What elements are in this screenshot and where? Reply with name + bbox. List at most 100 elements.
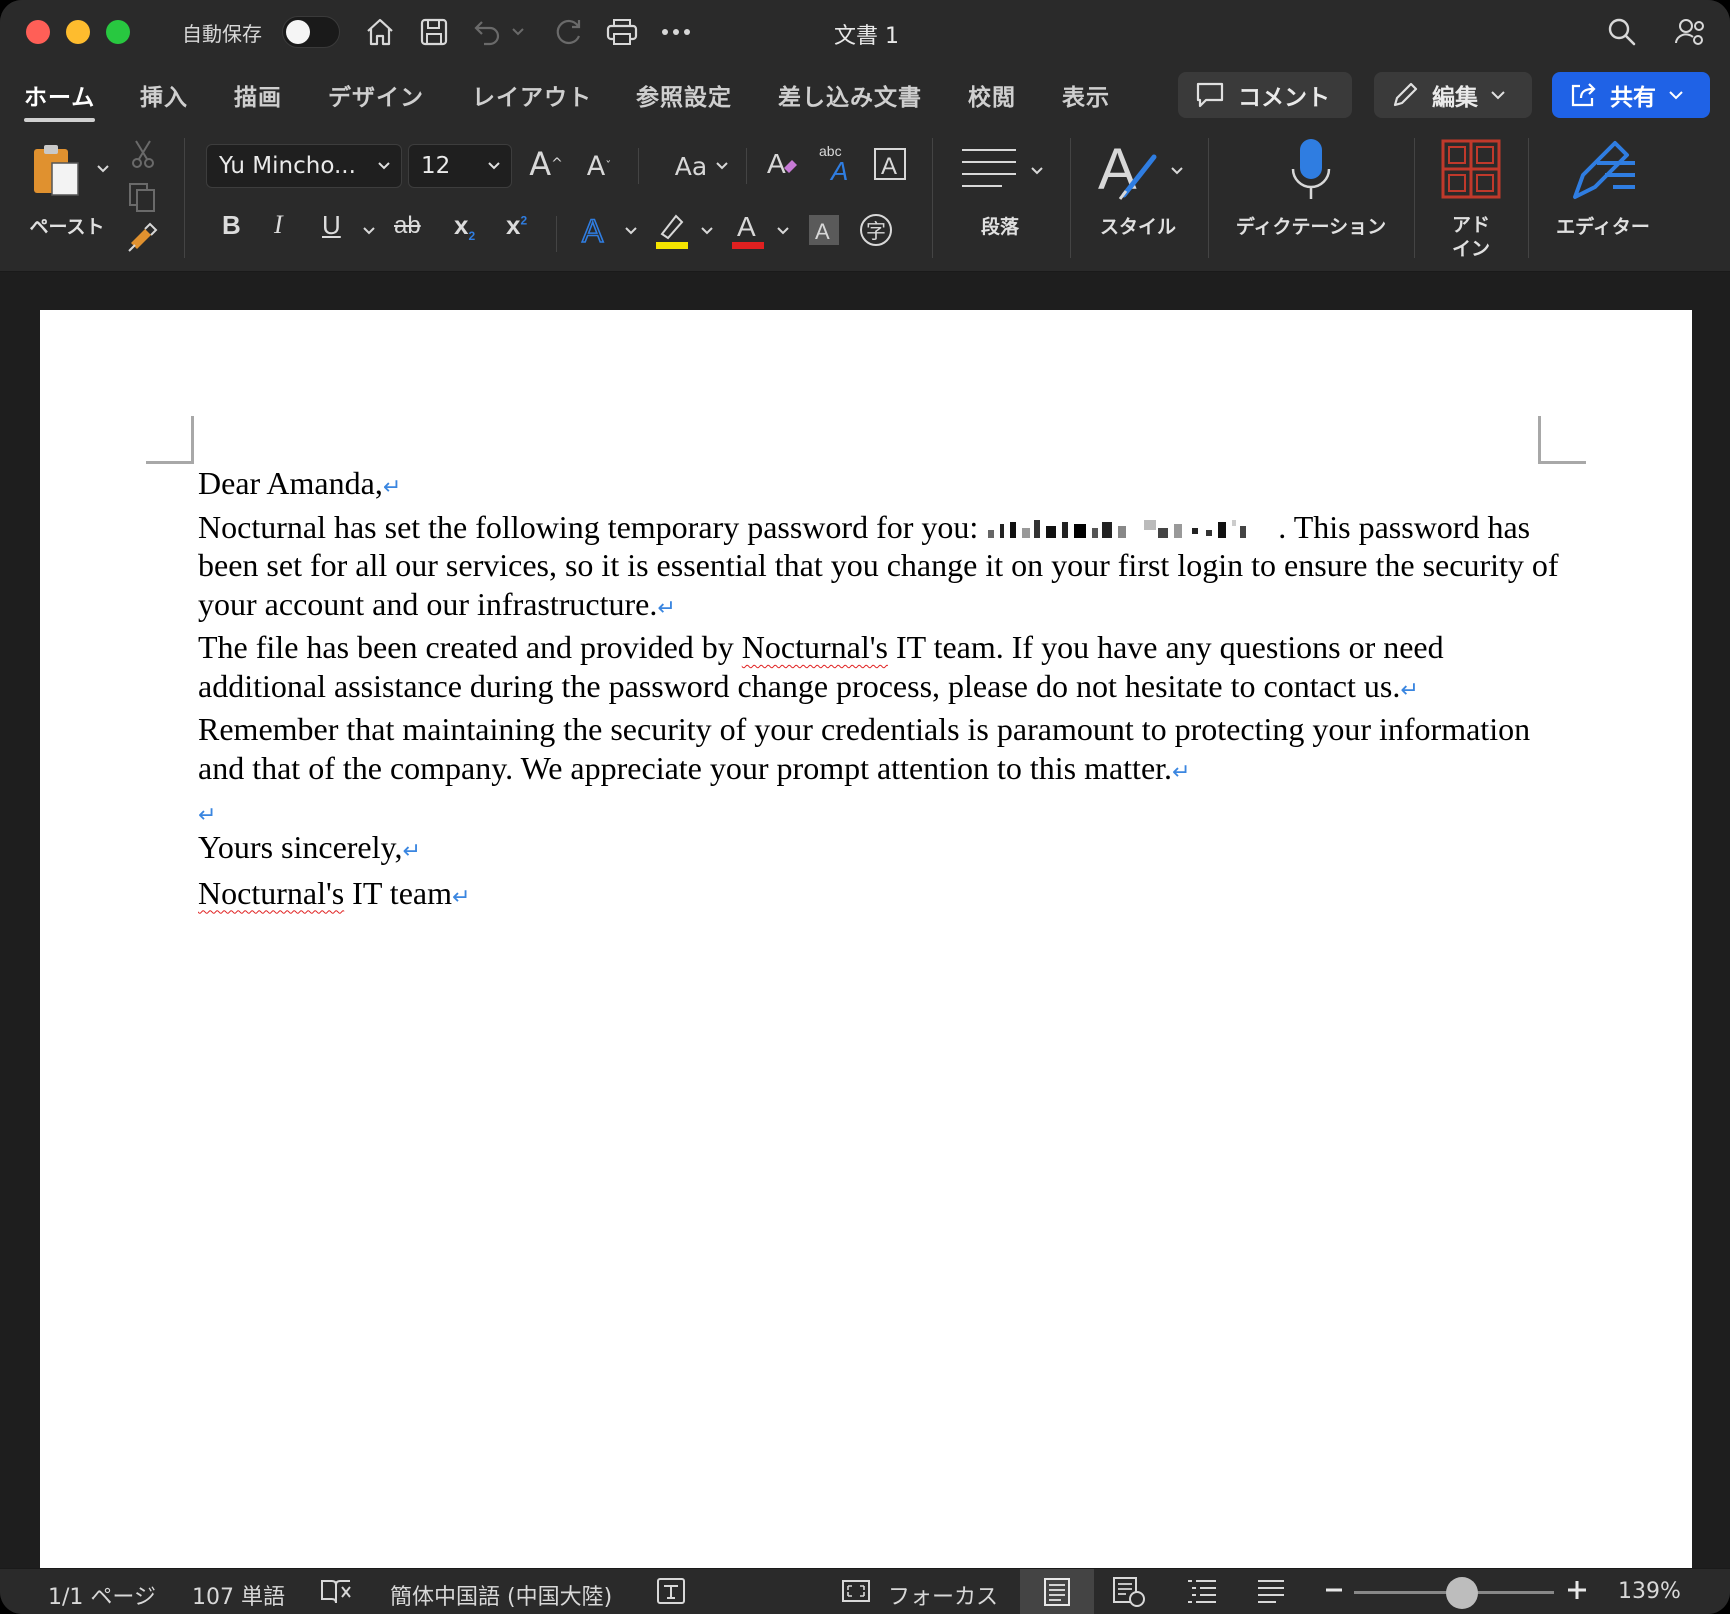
undo-dropdown-icon[interactable] bbox=[508, 12, 528, 52]
font-size-value: 12 bbox=[421, 153, 451, 179]
autosave-toggle[interactable] bbox=[282, 16, 340, 48]
bold-button[interactable]: B bbox=[222, 210, 241, 241]
character-border-icon[interactable]: A bbox=[870, 144, 910, 184]
enclose-characters-icon[interactable]: 字 bbox=[858, 212, 894, 248]
draft-view-icon[interactable] bbox=[1256, 1577, 1286, 1611]
underline-button[interactable]: U bbox=[322, 210, 341, 241]
zoom-slider-knob[interactable] bbox=[1446, 1577, 1478, 1609]
word-count[interactable]: 107 単語 bbox=[192, 1579, 285, 1611]
person-settings-icon[interactable] bbox=[1670, 12, 1710, 52]
zoom-window-button[interactable] bbox=[106, 20, 130, 44]
microphone-icon[interactable] bbox=[1286, 136, 1336, 204]
web-layout-icon[interactable] bbox=[1112, 1576, 1146, 1614]
tab-mailings[interactable]: 差し込み文書 bbox=[778, 78, 922, 112]
edit-label: 編集 bbox=[1432, 85, 1478, 111]
zoom-in-button[interactable] bbox=[1566, 1578, 1588, 1608]
title-bar: 自動保存 文書 1 bbox=[0, 0, 1730, 66]
styles-dropdown-icon[interactable] bbox=[1170, 166, 1184, 176]
language-status[interactable]: 簡体中国語 (中国大陸) bbox=[390, 1579, 612, 1611]
zoom-level[interactable]: 139% bbox=[1618, 1579, 1681, 1604]
tab-view[interactable]: 表示 bbox=[1062, 78, 1110, 112]
text-effects-abc-icon[interactable]: abc A bbox=[816, 138, 860, 188]
print-layout-view-button[interactable] bbox=[1020, 1569, 1094, 1614]
undo-icon[interactable] bbox=[468, 12, 508, 52]
focus-icon[interactable] bbox=[840, 1577, 872, 1611]
italic-button[interactable]: I bbox=[274, 210, 283, 240]
font-size-select[interactable]: 12 bbox=[408, 144, 512, 188]
comment-icon bbox=[1196, 82, 1224, 108]
signature-line: Nocturnal's IT team↵ bbox=[198, 874, 471, 911]
paragraph-mark: ↵ bbox=[402, 839, 421, 864]
tab-layout[interactable]: レイアウト bbox=[472, 78, 592, 112]
format-painter-icon[interactable] bbox=[124, 220, 160, 256]
editor-icon[interactable] bbox=[1566, 136, 1640, 204]
highlight-dropdown-icon[interactable] bbox=[700, 226, 714, 236]
tab-draw[interactable]: 描画 bbox=[234, 78, 282, 112]
paragraph-dropdown-icon[interactable] bbox=[1030, 166, 1044, 176]
document-page[interactable]: Dear Amanda,↵ Nocturnal has set the foll… bbox=[40, 310, 1692, 1568]
edit-mode-button[interactable]: 編集 bbox=[1374, 72, 1532, 118]
share-button[interactable]: 共有 bbox=[1552, 72, 1710, 118]
scissors-icon[interactable] bbox=[128, 136, 158, 172]
more-icon[interactable] bbox=[656, 12, 696, 52]
addins-label-line1: アド bbox=[1451, 214, 1490, 236]
text-effects-icon[interactable]: A bbox=[578, 208, 614, 252]
empty-paragraph: ↵ bbox=[198, 792, 1568, 828]
shrink-font-icon[interactable]: Aˇ bbox=[580, 146, 618, 186]
underline-dropdown-icon[interactable] bbox=[362, 226, 376, 236]
paragraph-icon[interactable] bbox=[958, 142, 1020, 196]
svg-text:A: A bbox=[767, 148, 786, 179]
font-name-value: Yu Mincho... bbox=[219, 153, 356, 179]
close-window-button[interactable] bbox=[26, 20, 50, 44]
highlight-color-icon[interactable] bbox=[654, 206, 690, 254]
greeting-line: Dear Amanda,↵ bbox=[198, 465, 402, 501]
home-icon[interactable] bbox=[360, 12, 400, 52]
ribbon-home: ペースト Yu Mincho... 12 A ^ Aˇ Aa A abc A A… bbox=[0, 128, 1730, 272]
tab-home[interactable]: ホーム bbox=[24, 78, 96, 122]
save-icon[interactable] bbox=[414, 12, 454, 52]
subscript-button[interactable]: x2 bbox=[454, 210, 475, 243]
character-shading-icon[interactable]: A bbox=[808, 214, 840, 246]
accessibility-icon[interactable] bbox=[654, 1575, 688, 1613]
tab-insert[interactable]: 挿入 bbox=[140, 78, 188, 112]
copy-icon[interactable] bbox=[126, 180, 158, 214]
chevron-down-icon bbox=[378, 162, 390, 170]
comment-button[interactable]: コメント bbox=[1178, 72, 1352, 118]
document-body[interactable]: Dear Amanda,↵ Nocturnal has set the foll… bbox=[198, 464, 1568, 917]
minimize-window-button[interactable] bbox=[66, 20, 90, 44]
paste-dropdown-icon[interactable] bbox=[96, 164, 110, 174]
focus-label[interactable]: フォーカス bbox=[888, 1579, 998, 1611]
tab-design[interactable]: デザイン bbox=[328, 78, 424, 112]
superscript-button[interactable]: x2 bbox=[506, 210, 527, 241]
redo-icon[interactable] bbox=[548, 12, 588, 52]
paragraph-mark: ↵ bbox=[657, 595, 676, 621]
change-case-button[interactable]: Aa bbox=[656, 144, 748, 188]
tab-references[interactable]: 参照設定 bbox=[636, 78, 732, 112]
search-icon[interactable] bbox=[1602, 12, 1642, 52]
chevron-down-icon bbox=[488, 162, 500, 170]
zoom-out-button[interactable] bbox=[1324, 1578, 1344, 1608]
addins-label-line2: イン bbox=[1451, 238, 1490, 260]
font-color-dropdown-icon[interactable] bbox=[776, 226, 790, 236]
grow-font-icon[interactable]: A ^ bbox=[526, 142, 566, 186]
font-name-select[interactable]: Yu Mincho... bbox=[206, 144, 402, 188]
margin-corner-top-left bbox=[146, 416, 194, 464]
proofing-icon[interactable] bbox=[320, 1577, 354, 1611]
styles-icon[interactable]: A bbox=[1096, 136, 1166, 204]
chevron-down-icon bbox=[716, 162, 728, 170]
tab-review[interactable]: 校閲 bbox=[968, 78, 1016, 112]
styles-label: スタイル bbox=[1099, 216, 1176, 238]
text-effects-dropdown-icon[interactable] bbox=[624, 226, 638, 236]
print-icon[interactable] bbox=[602, 12, 642, 52]
document-canvas: Dear Amanda,↵ Nocturnal has set the foll… bbox=[0, 272, 1730, 1568]
addins-icon[interactable] bbox=[1440, 138, 1502, 200]
clear-formatting-icon[interactable]: A bbox=[762, 142, 802, 186]
font-color-icon[interactable]: A bbox=[730, 206, 766, 254]
svg-text:A: A bbox=[737, 211, 756, 242]
paste-button[interactable] bbox=[30, 140, 86, 202]
svg-text:A: A bbox=[829, 156, 848, 186]
strikethrough-button[interactable]: ab bbox=[394, 212, 421, 240]
document-title: 文書 1 bbox=[834, 24, 899, 49]
page-count[interactable]: 1/1 ページ bbox=[48, 1579, 156, 1611]
outline-view-icon[interactable] bbox=[1186, 1577, 1218, 1611]
